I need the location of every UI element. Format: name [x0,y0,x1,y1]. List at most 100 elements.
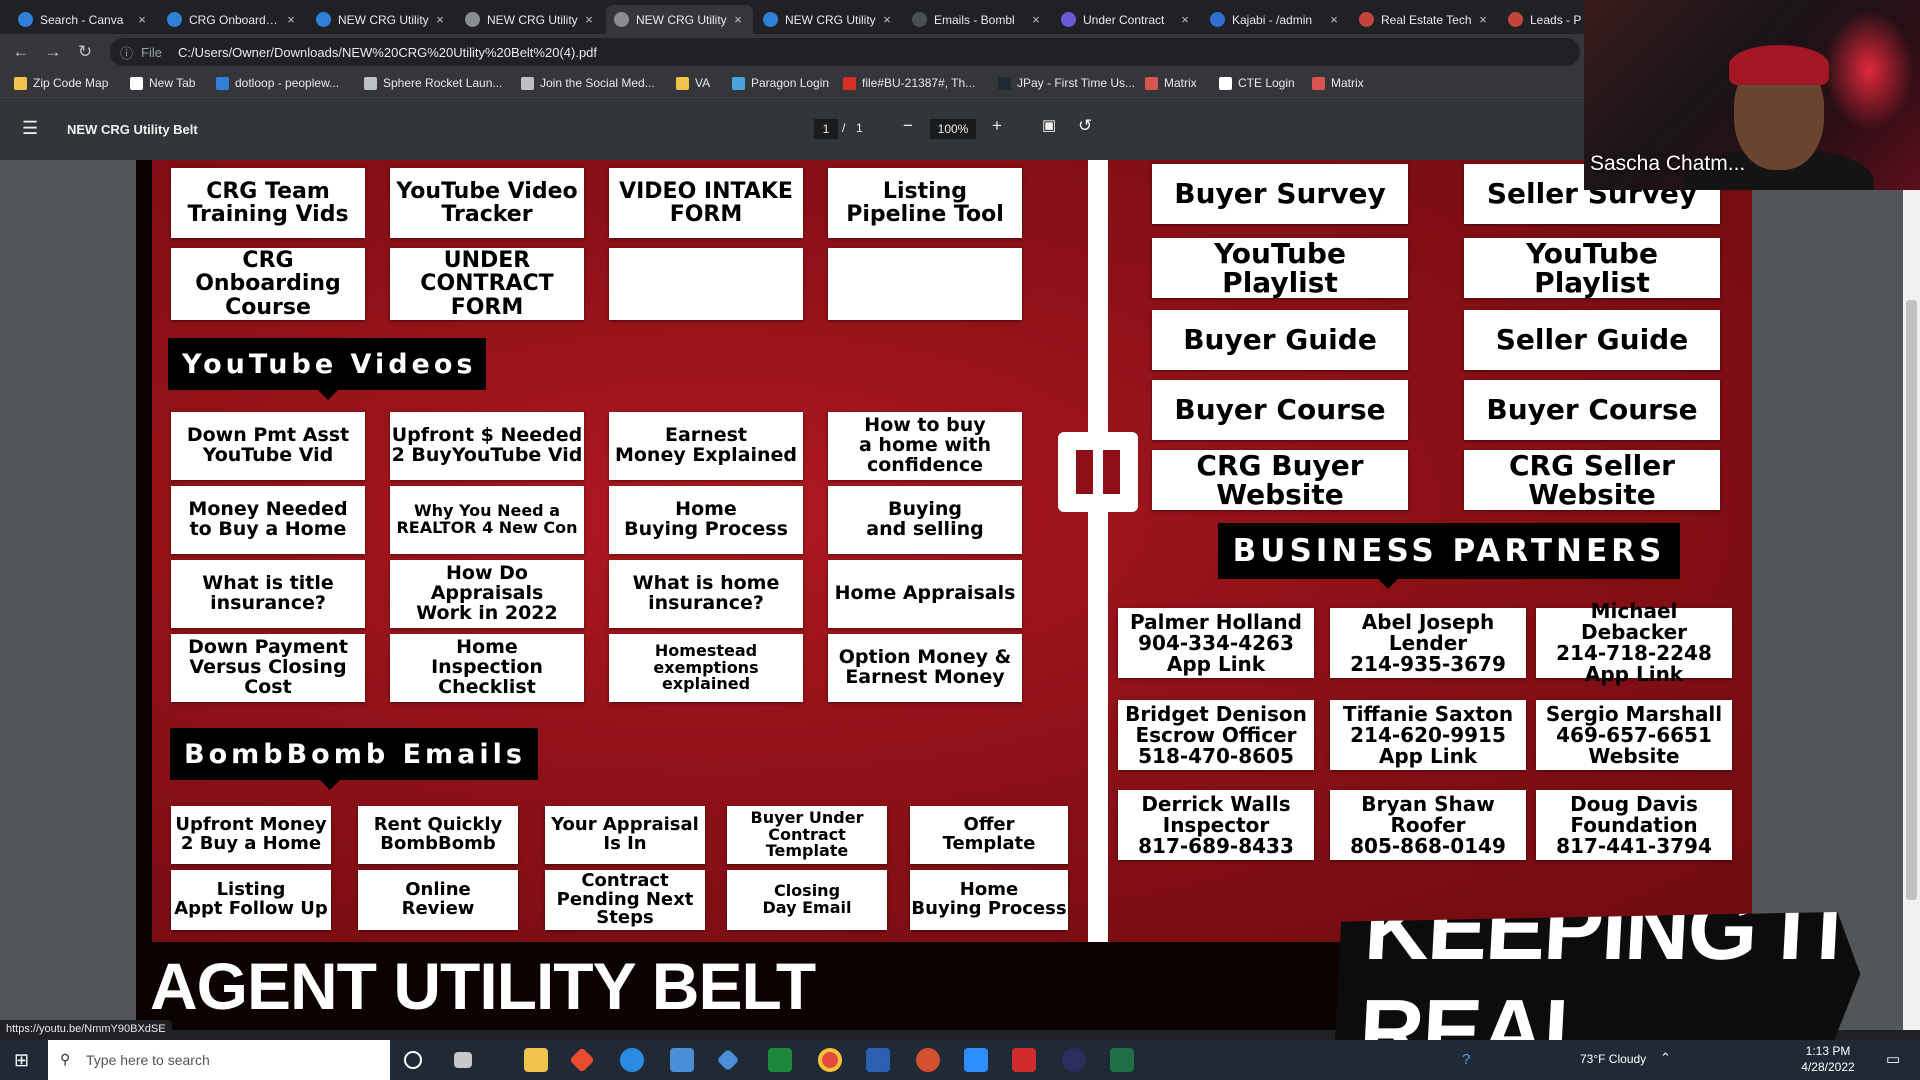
youtube-video-card[interactable]: What is home insurance? [609,560,803,628]
tool-link-card[interactable]: CRG Team Training Vids [171,168,365,238]
bombbomb-email-card[interactable]: Closing Day Email [727,870,887,930]
browser-tab[interactable]: Under Contract × [1053,5,1200,34]
zoom-out-icon[interactable]: − [903,116,913,136]
bookmark-item[interactable]: Paragon Login [732,76,829,90]
tab-close-icon[interactable]: × [1476,12,1490,27]
bombbomb-email-card[interactable]: Offer Template [910,806,1068,864]
bombbomb-email-card[interactable]: Rent Quickly BombBomb [358,806,518,864]
word-icon[interactable] [866,1048,890,1072]
tab-close-icon[interactable]: × [433,12,447,27]
business-partner-card[interactable]: Michael Debacker 214-718-2248 App Link [1536,601,1732,685]
bombbomb-email-card[interactable]: Home Buying Process [910,870,1068,930]
powerpoint-icon[interactable] [916,1048,940,1072]
bombbomb-email-card[interactable]: Listing Appt Follow Up [171,870,331,930]
browser-tab[interactable]: CRG Onboarding × [159,5,306,34]
tab-close-icon[interactable]: × [1029,12,1043,27]
buyer-link-card[interactable]: YouTube Playlist [1152,238,1408,298]
windows-start-icon[interactable]: ⊞ [14,1050,29,1071]
bookmark-item[interactable]: dotloop - peoplew... [216,76,339,90]
buyer-link-card[interactable]: CRG Buyer Website [1152,450,1408,510]
bookmark-item[interactable]: VA [676,76,710,90]
bookmark-item[interactable]: Sphere Rocket Laun... [364,76,502,90]
browser-tab[interactable]: NEW CRG Utility × [755,5,902,34]
tray-chevron-icon[interactable]: ⌃ [1660,1050,1671,1066]
youtube-video-card[interactable]: Homestead exemptions explained [609,634,803,702]
app-circle-icon[interactable] [1062,1048,1086,1072]
business-partner-card[interactable]: Doug Davis Foundation 817-441-3794 [1536,790,1732,860]
bombbomb-email-card[interactable]: Your Appraisal Is In [545,806,705,864]
scrollbar-thumb[interactable] [1906,300,1917,900]
acrobat-icon[interactable] [1012,1048,1036,1072]
youtube-video-card[interactable]: Why You Need a REALTOR 4 New Con [390,486,584,554]
tool-link-card[interactable]: CRG Onboarding Course [171,248,365,320]
youtube-video-card[interactable]: Earnest Money Explained [609,412,803,480]
business-partner-card[interactable]: Palmer Holland 904-334-4263 App Link [1118,608,1314,678]
file-explorer-icon[interactable] [524,1048,548,1072]
menu-icon[interactable]: ☰ [22,118,38,139]
bombbomb-email-card[interactable]: Contract Pending Next Steps [545,870,705,930]
youtube-video-card[interactable]: How to buy a home with confidence [828,412,1022,480]
youtube-video-card[interactable]: Down Payment Versus Closing Cost [171,634,365,702]
tool-link-card[interactable] [828,248,1022,320]
clock-time[interactable]: 1:13 PM [1796,1044,1860,1058]
tool-link-card[interactable] [609,248,803,320]
sheets-icon[interactable] [768,1048,792,1072]
bookmark-item[interactable]: file#BU-21387#, Th... [843,76,975,90]
bombbomb-email-card[interactable]: Buyer Under Contract Template [727,806,887,864]
business-partner-card[interactable]: Sergio Marshall 469-657-6651 Website [1536,700,1732,770]
seller-link-card[interactable]: CRG Seller Website [1464,450,1720,510]
youtube-video-card[interactable]: Home Buying Process [609,486,803,554]
edge-icon[interactable] [620,1048,644,1072]
clock-date[interactable]: 4/28/2022 [1796,1060,1860,1074]
tab-close-icon[interactable]: × [1327,12,1341,27]
reload-icon[interactable]: ↻ [74,41,96,63]
zoom-icon[interactable] [964,1048,988,1072]
browser-tab[interactable]: Kajabi - /admin × [1202,5,1349,34]
cortana-icon[interactable] [404,1051,422,1069]
rotate-icon[interactable]: ↺ [1078,116,1092,136]
task-view-icon[interactable] [454,1052,472,1068]
forward-icon[interactable]: → [42,41,64,63]
youtube-video-card[interactable]: What is title insurance? [171,560,365,628]
tab-close-icon[interactable]: × [135,12,149,27]
page-number-input[interactable]: 1 [814,119,838,139]
bookmark-item[interactable]: Matrix [1312,76,1364,90]
url-field[interactable]: ⓘ File C:/Users/Owner/Downloads/NEW%20CR… [110,38,1580,66]
bombbomb-email-card[interactable]: Online Review [358,870,518,930]
fit-page-icon[interactable]: ▣ [1042,116,1056,134]
help-icon[interactable]: ? [1462,1051,1470,1068]
business-partner-card[interactable]: Tiffanie Saxton 214-620-9915 App Link [1330,700,1526,770]
browser-tab[interactable]: NEW CRG Utility × [606,5,753,34]
excel-icon[interactable] [1110,1048,1134,1072]
notification-icon[interactable]: ▭ [1886,1050,1900,1068]
zoom-in-icon[interactable]: + [992,116,1002,136]
youtube-video-card[interactable]: Upfront $ Needed 2 BuyYouTube Vid [390,412,584,480]
business-partner-card[interactable]: Bridget Denison Escrow Officer 518-470-8… [1118,700,1314,770]
tool-link-card[interactable]: UNDER CONTRACT FORM [390,248,584,320]
browser-tab[interactable]: NEW CRG Utility × [457,5,604,34]
buyer-link-card[interactable]: Buyer Course [1152,380,1408,440]
seller-link-card[interactable]: YouTube Playlist [1464,238,1720,298]
dropbox-icon[interactable] [716,1048,740,1072]
browser-tab[interactable]: Search - Canva × [10,5,157,34]
taskbar-search-input[interactable]: ⚲ Type here to search [48,1040,390,1080]
bookmark-item[interactable]: Join the Social Med... [521,76,655,90]
youtube-video-card[interactable]: Down Pmt Asst YouTube Vid [171,412,365,480]
tab-close-icon[interactable]: × [284,12,298,27]
buyer-link-card[interactable]: Buyer Guide [1152,310,1408,370]
mail-icon[interactable] [670,1048,694,1072]
browser-tab[interactable]: NEW CRG Utility × [308,5,455,34]
business-partner-card[interactable]: Bryan Shaw Roofer 805-868-0149 [1330,790,1526,860]
tool-link-card[interactable]: VIDEO INTAKE FORM [609,168,803,238]
business-partner-card[interactable]: Abel Joseph Lender 214-935-3679 [1330,608,1526,678]
tab-close-icon[interactable]: × [880,12,894,27]
weather[interactable]: 73°F Cloudy [1580,1052,1646,1066]
bookmark-item[interactable]: Zip Code Map [14,76,108,90]
chrome-icon[interactable] [818,1048,842,1072]
tool-link-card[interactable]: Listing Pipeline Tool [828,168,1022,238]
bookmark-item[interactable]: Matrix [1145,76,1197,90]
tab-close-icon[interactable]: × [731,12,745,27]
youtube-video-card[interactable]: Option Money & Earnest Money [828,634,1022,702]
bombbomb-email-card[interactable]: Upfront Money 2 Buy a Home [171,806,331,864]
business-partner-card[interactable]: Derrick Walls Inspector 817-689-8433 [1118,790,1314,860]
